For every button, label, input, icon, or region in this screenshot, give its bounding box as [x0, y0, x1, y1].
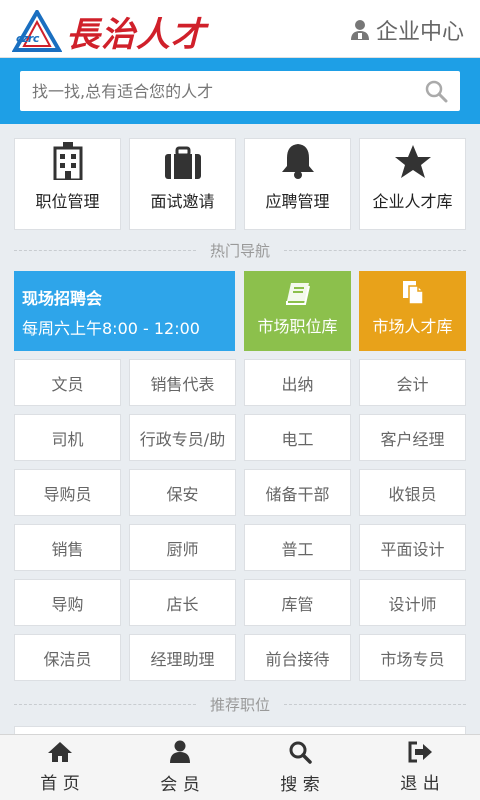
tab-label: 退 出	[400, 774, 440, 794]
job-category[interactable]: 保安	[129, 469, 236, 516]
tab-label: 首 页	[40, 774, 80, 794]
search-box	[20, 71, 460, 111]
hot-nav-title: 热门导航	[210, 242, 271, 260]
job-category[interactable]: 司机	[14, 414, 121, 461]
job-category[interactable]: 文员	[14, 359, 121, 406]
market-positions-tile[interactable]: 市场职位库	[244, 271, 351, 351]
user-badge-icon	[350, 20, 369, 40]
job-category[interactable]: 设计师	[359, 579, 466, 626]
tab-member[interactable]: 会 员	[120, 735, 240, 800]
tab-label: 搜 索	[280, 775, 320, 795]
job-fair-title: 现场招聘会	[22, 289, 103, 308]
job-category[interactable]: 平面设计	[359, 524, 466, 571]
job-category[interactable]: 库管	[244, 579, 351, 626]
search-input[interactable]	[32, 81, 424, 101]
briefcase-icon	[164, 146, 201, 179]
job-fair-schedule: 每周六上午8:00 - 12:00	[22, 319, 200, 338]
bottom-tab-bar: 首 页 会 员 搜 索 退 出	[0, 734, 480, 800]
search-icon	[289, 741, 312, 764]
interview-invite-button[interactable]: 面试邀请	[129, 138, 236, 230]
quick-label: 企业人才库	[372, 192, 453, 211]
tab-logout[interactable]: 退 出	[360, 735, 480, 800]
logo-mark-text: czrc	[16, 31, 39, 45]
market-talent-tile[interactable]: 市场人才库	[359, 271, 466, 351]
job-category[interactable]: 厨师	[129, 524, 236, 571]
corp-center-link[interactable]: 企业中心	[350, 14, 464, 46]
quick-label: 应聘管理	[265, 192, 330, 211]
quick-actions: 职位管理 面试邀请 应聘管理 企业人才库	[14, 138, 466, 230]
hot-nav-divider: 热门导航	[14, 240, 467, 261]
hot-tiles: 现场招聘会 每周六上午8:00 - 12:00 市场职位库 市场人才库	[14, 271, 466, 351]
job-category-grid: 文员 销售代表 出纳 会计 司机 行政专员/助 电工 客户经理 导购员 保安 储…	[14, 359, 466, 681]
job-category[interactable]: 会计	[359, 359, 466, 406]
star-icon	[394, 145, 431, 178]
job-category[interactable]: 出纳	[244, 359, 351, 406]
documents-icon	[402, 281, 424, 305]
recommended-divider: 推荐职位	[14, 694, 467, 715]
logout-icon	[408, 741, 432, 763]
job-category[interactable]: 电工	[244, 414, 351, 461]
job-category[interactable]: 销售	[14, 524, 121, 571]
job-category[interactable]: 导购员	[14, 469, 121, 516]
job-category[interactable]: 客户经理	[359, 414, 466, 461]
job-category[interactable]: 导购	[14, 579, 121, 626]
quick-label: 职位管理	[35, 192, 100, 211]
quick-label: 面试邀请	[150, 192, 215, 211]
app-header: czrc 長治人才 企业中心	[0, 0, 480, 58]
corp-center-label: 企业中心	[375, 20, 464, 45]
search-band	[0, 58, 480, 124]
logo[interactable]: czrc 長治人才	[12, 7, 206, 56]
logo-mark-icon: czrc	[12, 9, 62, 54]
home-icon	[48, 742, 72, 762]
book-icon	[285, 283, 310, 305]
tab-label: 会 员	[160, 775, 200, 795]
job-category[interactable]: 收银员	[359, 469, 466, 516]
job-category[interactable]: 储备干部	[244, 469, 351, 516]
position-management-button[interactable]: 职位管理	[14, 138, 121, 230]
recommended-title: 推荐职位	[210, 696, 271, 714]
job-category[interactable]: 店长	[129, 579, 236, 626]
talent-pool-button[interactable]: 企业人才库	[359, 138, 466, 230]
job-category[interactable]: 保洁员	[14, 634, 121, 681]
tab-home[interactable]: 首 页	[0, 735, 120, 800]
logo-name: 長治人才	[66, 15, 206, 55]
search-icon[interactable]	[424, 79, 448, 103]
tile-label: 市场人才库	[372, 317, 453, 336]
job-category[interactable]: 市场专员	[359, 634, 466, 681]
tile-label: 市场职位库	[257, 317, 338, 336]
application-management-button[interactable]: 应聘管理	[244, 138, 351, 230]
job-category[interactable]: 行政专员/助	[129, 414, 236, 461]
bell-icon	[281, 144, 314, 179]
job-category[interactable]: 销售代表	[129, 359, 236, 406]
job-category[interactable]: 经理助理	[129, 634, 236, 681]
tab-search[interactable]: 搜 索	[240, 735, 360, 800]
job-fair-banner[interactable]: 现场招聘会 每周六上午8:00 - 12:00	[14, 271, 235, 351]
job-category[interactable]: 普工	[244, 524, 351, 571]
user-icon	[170, 740, 190, 763]
job-category[interactable]: 前台接待	[244, 634, 351, 681]
building-icon	[53, 142, 82, 180]
